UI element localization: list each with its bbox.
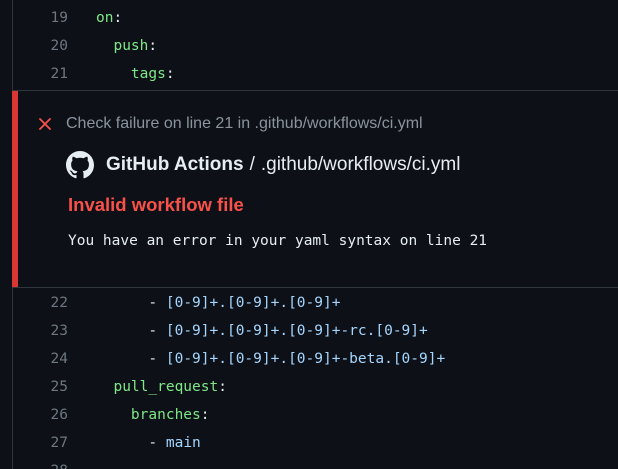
line-number[interactable]: 28 xyxy=(0,463,68,469)
code-text: tags: xyxy=(130,66,175,82)
line-number[interactable]: 20 xyxy=(0,38,68,54)
code-text: - [0-9]+.[0-9]+.[0-9]+-rc.[0-9]+ xyxy=(148,323,428,339)
annotation-header-text: Check failure on line 21 in .github/work… xyxy=(66,115,423,132)
github-logo-icon xyxy=(66,151,94,179)
check-failure-annotation: Check failure on line 21 in .github/work… xyxy=(12,90,618,288)
code-line: 20 push: xyxy=(0,32,618,60)
yaml-value: [0-9]+.[0-9]+.[0-9]+-beta.[0-9]+ xyxy=(165,351,446,367)
code-line: 28 xyxy=(0,457,618,469)
line-number[interactable]: 19 xyxy=(0,10,68,26)
annotation-source: GitHub Actions / .github/workflows/ci.ym… xyxy=(66,151,460,179)
annotation-title: Invalid workflow file xyxy=(68,194,244,215)
yaml-key: pull_request xyxy=(113,379,219,395)
code-line: 26 branches: xyxy=(0,401,618,429)
code-text: - [0-9]+.[0-9]+.[0-9]+ xyxy=(148,295,341,311)
code-viewer: 19 on: 20 push: 21 tags: Check failure o… xyxy=(0,0,618,469)
code-text: on: xyxy=(96,10,123,26)
line-number[interactable]: 25 xyxy=(0,379,68,395)
line-number[interactable]: 27 xyxy=(0,435,68,451)
code-line: 25 pull_request: xyxy=(0,373,618,401)
yaml-key: branches xyxy=(130,407,201,423)
code-text: - main xyxy=(148,435,201,451)
yaml-key: push xyxy=(113,38,149,54)
code-text: - [0-9]+.[0-9]+.[0-9]+-beta.[0-9]+ xyxy=(148,351,446,367)
yaml-value: main xyxy=(165,435,201,451)
close-x-icon xyxy=(39,118,51,130)
code-line: 19 on: xyxy=(0,4,618,32)
line-number[interactable]: 21 xyxy=(0,66,68,82)
code-text: push: xyxy=(113,38,158,54)
line-number[interactable]: 26 xyxy=(0,407,68,423)
code-text: pull_request: xyxy=(113,379,227,395)
code-text: branches: xyxy=(130,407,210,423)
code-line: 24 - [0-9]+.[0-9]+.[0-9]+-beta.[0-9]+ xyxy=(0,345,618,373)
code-line: 21 tags: xyxy=(0,60,618,88)
line-number[interactable]: 24 xyxy=(0,351,68,367)
code-line: 22 - [0-9]+.[0-9]+.[0-9]+ xyxy=(0,289,618,317)
annotation-file-path: .github/workflows/ci.yml xyxy=(260,154,461,175)
line-number[interactable]: 23 xyxy=(0,323,68,339)
annotation-header: Check failure on line 21 in .github/work… xyxy=(38,115,423,133)
annotation-message: You have an error in your yaml syntax on… xyxy=(68,233,488,249)
yaml-key: on xyxy=(96,10,114,26)
line-number[interactable]: 22 xyxy=(0,295,68,311)
annotation-separator: / xyxy=(249,154,255,175)
yaml-key: tags xyxy=(130,66,166,82)
yaml-value: [0-9]+.[0-9]+.[0-9]+-rc.[0-9]+ xyxy=(165,323,428,339)
code-line: 23 - [0-9]+.[0-9]+.[0-9]+-rc.[0-9]+ xyxy=(0,317,618,345)
error-bar xyxy=(12,91,18,287)
code-line: 27 - main xyxy=(0,429,618,457)
yaml-value: [0-9]+.[0-9]+.[0-9]+ xyxy=(165,295,341,311)
annotation-app-name: GitHub Actions xyxy=(106,154,244,175)
